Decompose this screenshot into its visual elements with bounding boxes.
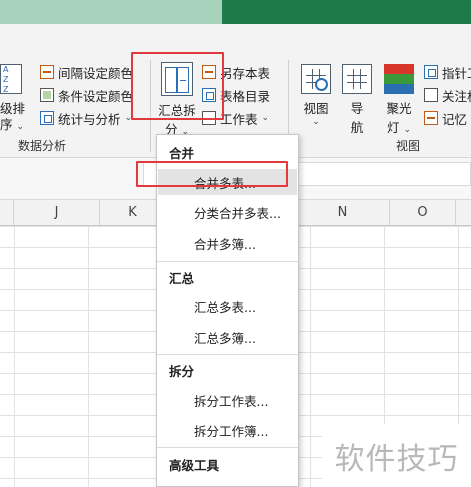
save-sheet-label: 另存本表 [220, 65, 271, 81]
menu-item-label: 合并多簿... [194, 236, 256, 252]
menu-divider [157, 354, 298, 355]
menu-item-merge-sheets[interactable]: 合并多表... [158, 169, 297, 195]
interval-color-label: 间隔设定颜色 [58, 65, 134, 81]
excel-window: AZZ 级排 序 ⌄ 间隔设定颜色 条件设定颜色 统计与分析 ⌄ 数据分析 汇总… [0, 0, 471, 487]
chevron-down-icon: ⌄ [312, 117, 320, 127]
menu-heading-advanced-tools: 高级工具 [169, 458, 220, 473]
menu-item-split-worksheet[interactable]: 拆分工作表... [158, 387, 297, 413]
title-bar-highlight [0, 0, 222, 24]
column-header-partial[interactable] [456, 200, 471, 226]
worksheet-label: 工作表 [220, 111, 258, 127]
memory-button[interactable]: 记忆 [424, 108, 467, 128]
pointer-tool-button[interactable]: 指针工 [424, 62, 471, 82]
menu-item-category-merge-sheets[interactable]: 分类合并多表... [158, 199, 297, 225]
view-label: 视图 [303, 101, 329, 116]
chevron-down-icon: ⌄ [124, 113, 133, 123]
navigation-label-2: 航 [350, 120, 364, 135]
column-header-partial[interactable] [0, 200, 14, 226]
stats-analysis-button[interactable]: 统计与分析 ⌄ [40, 108, 132, 128]
save-sheet-button[interactable]: 另存本表 [202, 62, 270, 82]
menu-heading-split: 拆分 [169, 364, 195, 379]
menu-heading-summary: 汇总 [169, 271, 195, 286]
navigation-icon [342, 64, 372, 94]
menu-item-merge-workbooks[interactable]: 合并多簿... [158, 230, 297, 256]
chevron-down-icon: ⌄ [261, 113, 270, 123]
column-label: K [128, 205, 137, 220]
menu-item-split-workbook[interactable]: 拆分工作簿... [158, 417, 297, 443]
menu-item-label: 汇总多表... [194, 299, 256, 315]
stats-analysis-icon [40, 111, 54, 125]
navigation-button[interactable]: 导 航 [340, 64, 374, 136]
memory-icon [424, 111, 438, 125]
spotlight-label: 聚光 [386, 101, 412, 116]
merge-split-label: 汇总拆 [158, 103, 196, 118]
menu-item-label: 分类合并多表... [194, 205, 281, 221]
watch-cell-button[interactable]: 关注格 [424, 85, 471, 105]
view-button[interactable]: 视图 ⌄ [298, 64, 334, 127]
menu-item-label: 合并多表... [194, 175, 256, 191]
menu-item-label: 拆分工作簿... [194, 423, 269, 439]
sort-label-2: 序 ⌄ [0, 117, 25, 132]
spotlight-label-2: 灯 ⌄ [386, 120, 412, 135]
column-header-o[interactable]: O [390, 200, 456, 226]
conditional-color-icon [40, 88, 54, 102]
conditional-color-button[interactable]: 条件设定颜色 [40, 85, 133, 105]
save-sheet-icon [202, 65, 216, 79]
navigation-label: 导 [350, 101, 364, 116]
menu-heading-merge: 合并 [169, 146, 195, 161]
spotlight-button[interactable]: 聚光 灯 ⌄ [380, 64, 418, 136]
sort-icon: AZZ [0, 64, 22, 94]
menu-item-summarize-sheets[interactable]: 汇总多表... [158, 293, 297, 319]
menu-divider [157, 261, 298, 262]
worksheet-button[interactable]: 工作表 ⌄ [202, 108, 269, 128]
conditional-color-label: 条件设定颜色 [58, 88, 134, 104]
watermark: 软件技巧 [322, 424, 471, 487]
watch-cell-label: 关注格 [442, 88, 471, 104]
memory-label: 记忆 [442, 111, 468, 127]
watch-cell-icon [424, 88, 438, 102]
table-directory-button[interactable]: 表格目录 [202, 85, 270, 105]
column-header-j[interactable]: J [14, 200, 100, 226]
menu-item-label: 拆分工作表... [194, 393, 269, 409]
merge-split-dropdown: 合并 合并多表... 分类合并多表... 合并多簿... 汇总 汇总多表... … [156, 134, 299, 487]
group-divider [150, 60, 151, 152]
column-label: O [417, 205, 428, 220]
menu-item-summarize-workbooks[interactable]: 汇总多簿... [158, 324, 297, 350]
table-directory-icon [202, 88, 216, 102]
table-directory-label: 表格目录 [220, 88, 271, 104]
interval-color-icon [40, 65, 54, 79]
data-analysis-group-label: 数据分析 [18, 139, 67, 153]
view-group-label: 视图 [396, 139, 421, 153]
menu-divider [157, 447, 298, 448]
worksheet-icon [202, 111, 216, 125]
interval-color-button[interactable]: 间隔设定颜色 [40, 62, 133, 82]
sort-button[interactable]: AZZ 级排 序 ⌄ [0, 24, 30, 134]
column-header-n[interactable]: N [296, 200, 390, 226]
stats-analysis-label: 统计与分析 [58, 111, 121, 127]
pointer-tool-label: 指针工 [442, 65, 471, 81]
column-label: J [54, 205, 59, 220]
column-label: N [337, 205, 348, 220]
menu-item-label: 汇总多簿... [194, 330, 256, 346]
view-icon [301, 64, 331, 94]
crosshair-icon [424, 65, 438, 79]
merge-split-button[interactable]: 汇总拆 分 ⌄ [155, 62, 199, 138]
merge-split-icon [161, 62, 193, 96]
spotlight-icon [384, 64, 414, 94]
